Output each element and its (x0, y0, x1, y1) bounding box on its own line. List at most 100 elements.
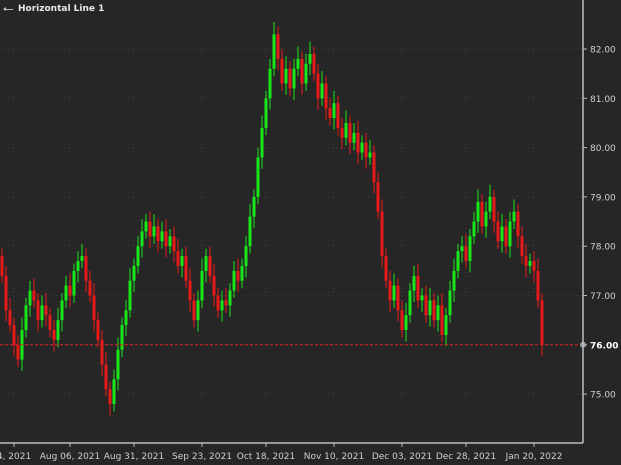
candle (276, 26, 280, 71)
candle (480, 194, 484, 234)
candle (128, 268, 132, 318)
candle-body (104, 364, 108, 390)
candle-body (284, 68, 288, 84)
candle (396, 278, 400, 322)
candle-body (60, 300, 64, 321)
candle (468, 228, 472, 273)
candle (200, 258, 204, 308)
candle (12, 317, 16, 357)
candle (268, 58, 272, 110)
candle (464, 233, 468, 269)
candle-body (340, 127, 344, 138)
candle (476, 189, 480, 233)
y-tick-label: 75.00 (590, 391, 616, 401)
candle (408, 283, 412, 323)
candle-body (328, 108, 332, 119)
candle (212, 263, 216, 307)
candle (432, 293, 436, 328)
candle (400, 300, 404, 338)
candle-body (168, 236, 172, 247)
candle (372, 145, 376, 194)
candle (148, 211, 152, 248)
candle-body (336, 103, 340, 128)
candle-body (72, 270, 76, 296)
candlestick-chart[interactable]: 75.00 76.00 77.00 78.00 79.00 80.00 81.00 82.00… (0, 0, 621, 465)
candle (88, 270, 92, 303)
candle (224, 288, 228, 313)
candle-body (156, 226, 160, 242)
candle (388, 270, 392, 312)
candle (352, 122, 356, 151)
candle (112, 369, 116, 412)
legend[interactable]: Horizontal Line 1 (3, 4, 104, 14)
candle (424, 285, 428, 323)
candle (360, 135, 364, 160)
candle-body (368, 152, 372, 158)
candle (124, 300, 128, 337)
x-tick-label: Oct 18, 2021 (237, 452, 296, 462)
candle (76, 251, 80, 283)
candle (68, 273, 72, 307)
candle-body (540, 300, 544, 345)
candle (48, 307, 52, 338)
candle (532, 251, 536, 283)
candle (228, 283, 232, 317)
candle (184, 246, 188, 289)
candle (312, 46, 316, 82)
y-tick-label: 82.00 (590, 46, 616, 56)
candle-body (244, 246, 248, 266)
candle (32, 278, 36, 308)
candle (444, 307, 448, 347)
horizontal-line-icon (3, 6, 13, 11)
candle-body (184, 256, 188, 281)
candle (160, 221, 164, 249)
candle-body (296, 58, 300, 69)
candle-body (300, 58, 304, 84)
y-tick-label: 81.00 (590, 95, 616, 105)
candle-body (240, 265, 244, 281)
candle-body (260, 127, 264, 158)
candle (152, 214, 156, 244)
candle-body (472, 221, 476, 237)
candle (132, 258, 136, 293)
candle (436, 295, 440, 332)
candle-body (172, 236, 176, 252)
horizontal-line-value-label: 76.00 (590, 341, 618, 351)
x-tick-label: Jan 20, 2022 (505, 452, 563, 462)
candle (536, 258, 540, 308)
candle (384, 248, 388, 289)
candle-body (332, 103, 336, 119)
candle (356, 120, 360, 164)
candle-body (528, 260, 532, 266)
candle (36, 293, 40, 332)
candle-body (160, 231, 164, 242)
candle-body (288, 68, 292, 89)
candle-body (400, 310, 404, 331)
candle-body (464, 246, 468, 261)
candle-body (64, 285, 68, 301)
candle-body (432, 300, 436, 321)
candle-body (536, 270, 540, 301)
candle (332, 90, 336, 130)
candle (176, 238, 180, 274)
candle (284, 56, 288, 95)
candle (60, 293, 64, 332)
candle (512, 199, 516, 229)
candle (300, 51, 304, 95)
candle-body (380, 211, 384, 257)
candle-body (232, 270, 236, 291)
candle-body (420, 295, 424, 301)
candle-body (220, 300, 224, 311)
candle (232, 260, 236, 298)
candle (144, 214, 148, 239)
candle-body (476, 201, 480, 222)
candle (248, 204, 252, 254)
candle-body (180, 256, 184, 266)
candle-body (12, 325, 16, 345)
candle-body (268, 68, 272, 99)
candle-body (452, 270, 456, 291)
candle (0, 248, 4, 284)
candle-body (292, 68, 296, 89)
candle (456, 243, 460, 279)
candle-body (512, 211, 516, 222)
